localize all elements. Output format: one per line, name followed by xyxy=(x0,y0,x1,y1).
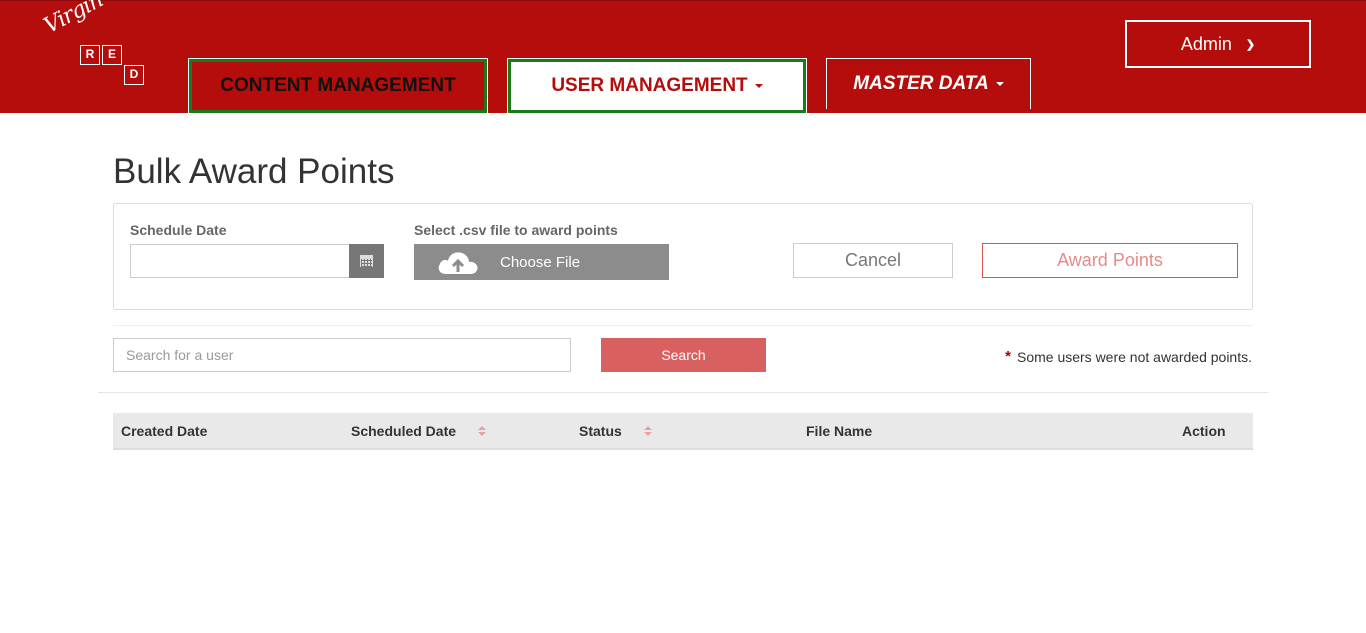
schedule-date-label: Schedule Date xyxy=(130,222,227,238)
tab-content-management[interactable]: CONTENT MANAGEMENT xyxy=(188,58,488,114)
schedule-date-input[interactable] xyxy=(130,244,350,278)
column-scheduled-date[interactable]: Scheduled Date xyxy=(351,413,487,448)
calendar-button[interactable] xyxy=(349,244,384,278)
divider xyxy=(113,325,1253,326)
search-button[interactable]: Search xyxy=(601,338,766,372)
table-header: Created Date Scheduled Date Status File … xyxy=(113,413,1253,450)
logo-letter-e: E xyxy=(102,45,122,65)
top-header: Virgin R E D CONTENT MANAGEMENT USER MAN… xyxy=(0,0,1366,114)
caret-down-icon xyxy=(754,84,763,88)
chevron-down-icon: ❯ xyxy=(1245,38,1256,51)
cloud-upload-icon xyxy=(438,252,478,274)
column-action: Action xyxy=(1182,422,1226,439)
tab-master-data[interactable]: MASTER DATA xyxy=(826,58,1031,109)
caret-down-icon xyxy=(995,82,1004,86)
tab-user-management[interactable]: USER MANAGEMENT xyxy=(507,58,807,114)
virgin-red-logo[interactable]: Virgin R E D xyxy=(40,0,150,91)
logo-letter-r: R xyxy=(80,45,100,65)
logo-script: Virgin xyxy=(40,0,107,40)
tab-master-data-label: MASTER DATA xyxy=(853,73,989,94)
page-title: Bulk Award Points xyxy=(113,152,395,191)
admin-label: Admin xyxy=(1180,33,1232,54)
not-awarded-note-text: Some users were not awarded points. xyxy=(1016,348,1252,365)
choose-file-label: Choose File xyxy=(500,253,581,271)
admin-menu-button[interactable]: Admin ❯ xyxy=(1125,20,1311,68)
sort-icon[interactable] xyxy=(478,425,487,436)
logo-letter-d: D xyxy=(124,65,144,85)
column-file-name: File Name xyxy=(806,422,873,439)
csv-file-label: Select .csv file to award points xyxy=(414,222,618,238)
tab-content-management-label: CONTENT MANAGEMENT xyxy=(220,75,456,96)
tab-user-management-label: USER MANAGEMENT xyxy=(551,75,748,96)
not-awarded-note: * Some users were not awarded points. xyxy=(1005,348,1252,365)
divider xyxy=(98,392,1268,393)
search-user-input[interactable] xyxy=(113,338,571,372)
sort-icon[interactable] xyxy=(643,425,652,436)
calendar-icon xyxy=(360,255,373,267)
award-form-panel: Schedule Date Select .csv file to award … xyxy=(113,203,1253,310)
column-created-date: Created Date xyxy=(121,422,208,439)
award-points-button[interactable]: Award Points xyxy=(982,243,1238,278)
column-status[interactable]: Status xyxy=(579,413,652,448)
cancel-button[interactable]: Cancel xyxy=(793,243,953,278)
choose-file-button[interactable]: Choose File xyxy=(414,244,669,280)
asterisk-icon: * xyxy=(1005,348,1011,365)
